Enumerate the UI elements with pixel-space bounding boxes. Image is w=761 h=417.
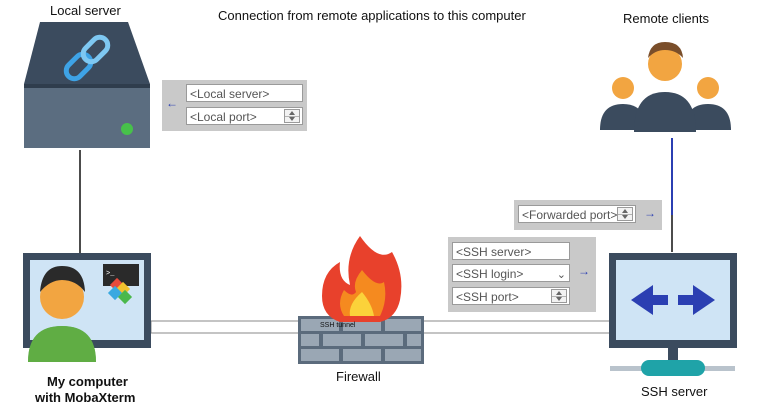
ssh-server-label: SSH server: [641, 384, 708, 399]
ssh-login-select[interactable]: <SSH login> ⌄: [452, 264, 570, 282]
local-port-input[interactable]: <Local port>: [186, 107, 303, 125]
arrow-left-icon: ←: [166, 96, 178, 110]
forwarded-port-input[interactable]: <Forwarded port>: [518, 205, 636, 223]
mobaxterm-label: with MobaXterm: [35, 390, 136, 405]
my-computer-icon: >_: [23, 253, 151, 362]
local-port-value: <Local port>: [190, 110, 257, 124]
ssh-settings-panel: <SSH server> <SSH login> ⌄ <SSH port> →: [448, 237, 596, 312]
firewall-label: Firewall: [336, 369, 381, 384]
remote-clients-icon: [600, 42, 731, 132]
ssh-tunnel-label: SSH tunnel: [320, 322, 356, 329]
ssh-server-input[interactable]: <SSH server>: [452, 242, 570, 260]
forwarded-port-panel: <Forwarded port> →: [514, 200, 662, 230]
firewall-icon: [298, 236, 424, 364]
local-port-spinner[interactable]: [284, 109, 300, 123]
local-server-icon: [24, 22, 150, 148]
my-computer-label: My computer: [47, 374, 128, 389]
arrow-right-icon: →: [644, 206, 656, 220]
local-server-panel: ← <Local server> <Local port>: [162, 80, 307, 131]
chevron-down-icon: ⌄: [556, 269, 566, 281]
ssh-login-value: <SSH login>: [456, 267, 524, 281]
ssh-port-value: <SSH port>: [456, 290, 519, 304]
forwarded-port-value: <Forwarded port>: [522, 208, 618, 222]
forwarded-port-spinner[interactable]: [617, 207, 633, 221]
svg-text:>_: >_: [106, 270, 115, 278]
ssh-server-icon: [609, 253, 737, 376]
local-server-input[interactable]: <Local server>: [186, 84, 303, 102]
ssh-port-input[interactable]: <SSH port>: [452, 287, 570, 305]
ssh-port-spinner[interactable]: [551, 289, 567, 303]
arrow-right-icon: →: [578, 264, 590, 278]
